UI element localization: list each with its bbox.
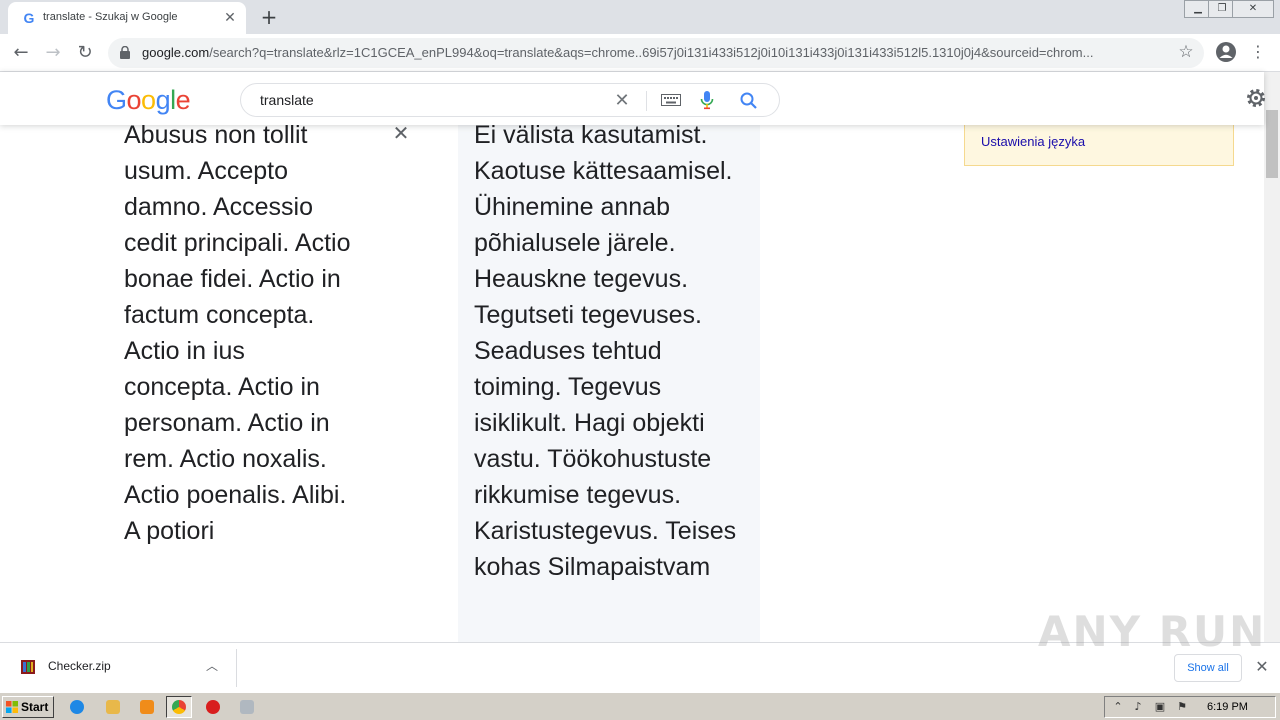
windows-taskbar: Start ⌃ ♪ ▣ ⚑ 6:19 PM (0, 692, 1280, 720)
download-bar: Checker.zip ︿ ANY RUN Show all ✕ (0, 607, 1280, 692)
bookmark-star-icon[interactable]: ☆ (1176, 42, 1196, 62)
close-download-bar-icon[interactable]: ✕ (1252, 657, 1272, 677)
microphone-icon[interactable] (700, 90, 714, 110)
new-tab-button[interactable]: + (258, 6, 280, 28)
internet-explorer-icon[interactable] (64, 696, 90, 718)
profile-avatar-icon[interactable] (1214, 40, 1238, 64)
start-button[interactable]: Start (2, 696, 54, 718)
volume-icon[interactable]: ♪ (1131, 701, 1145, 713)
browser-toolbar: ← → ↻ google.com/search?q=translate&rlz=… (0, 34, 1280, 72)
reload-icon[interactable]: ↻ (72, 40, 98, 66)
opera-icon[interactable] (200, 696, 226, 718)
google-logo-letter: G (106, 85, 127, 115)
chevron-up-icon[interactable]: ︿ (204, 657, 220, 675)
download-file-name[interactable]: Checker.zip (48, 659, 111, 673)
start-label: Start (21, 700, 49, 714)
translate-target-text: Ei välista kasutamist. Kaotuse kättesaam… (474, 121, 737, 581)
window-close-button[interactable]: ✕ (1232, 0, 1274, 18)
url-host: google.com (142, 45, 210, 60)
tab-close-icon[interactable]: ✕ (222, 10, 238, 26)
translate-source-text[interactable]: Abusus non tollit usum. Accepto damno. A… (124, 117, 354, 549)
system-tray: ⌃ ♪ ▣ ⚑ 6:19 PM (1104, 696, 1276, 718)
media-player-icon[interactable] (134, 696, 160, 718)
url-text[interactable]: google.com/search?q=translate&rlz=1C1GCE… (142, 45, 1162, 60)
url-path: /search?q=translate&rlz=1C1GCEA_enPL994&… (209, 45, 1094, 60)
gear-icon[interactable] (1244, 86, 1268, 110)
browser-tab[interactable]: G translate - Szukaj w Google ✕ (8, 2, 246, 34)
back-icon[interactable]: ← (8, 40, 34, 66)
tab-title: translate - Szukaj w Google (43, 11, 178, 23)
google-logo-letter: o (126, 85, 142, 115)
windows-flag-icon (6, 701, 18, 713)
show-all-button[interactable]: Show all (1174, 654, 1242, 682)
action-center-flag-icon[interactable]: ⚑ (1175, 701, 1189, 713)
network-icon[interactable]: ▣ (1153, 701, 1167, 713)
google-logo[interactable]: Google (106, 85, 191, 116)
search-divider (646, 91, 647, 111)
clear-search-icon[interactable]: ✕ (611, 90, 633, 112)
clock[interactable]: 6:19 PM (1207, 701, 1248, 713)
download-divider (236, 649, 237, 687)
address-bar[interactable]: google.com/search?q=translate&rlz=1C1GCE… (108, 38, 1204, 68)
search-input[interactable]: translate (260, 92, 314, 108)
search-box[interactable]: translate ✕ (240, 83, 780, 117)
language-settings-link[interactable]: Ustawienia języka (981, 134, 1085, 149)
app-window-icon[interactable] (234, 696, 260, 718)
google-favicon-icon: G (23, 10, 35, 26)
search-icon[interactable] (739, 91, 759, 111)
clear-source-icon[interactable]: ✕ (390, 122, 412, 144)
anyrun-watermark: ANY RUN (1038, 607, 1267, 656)
tray-expand-icon[interactable]: ⌃ (1111, 701, 1125, 713)
keyboard-icon[interactable] (661, 94, 681, 106)
chrome-menu-icon[interactable]: ⋮ (1250, 40, 1266, 64)
search-results-content: Abusus non tollit usum. Accepto damno. A… (0, 72, 1264, 642)
google-logo-letter: e (175, 85, 191, 115)
file-explorer-icon[interactable] (100, 696, 126, 718)
google-logo-letter: g (155, 85, 171, 115)
chrome-taskbar-icon[interactable] (166, 696, 192, 718)
scrollbar-thumb[interactable] (1266, 110, 1278, 178)
google-search-header: Google translate ✕ (0, 72, 1265, 125)
google-logo-letter: o (141, 85, 156, 115)
page-scrollbar[interactable] (1264, 72, 1280, 642)
lock-icon[interactable] (120, 46, 130, 59)
forward-icon[interactable]: → (40, 40, 66, 66)
tab-strip: G translate - Szukaj w Google ✕ + ▁ ❐ ✕ (0, 0, 1280, 34)
zip-archive-icon (21, 660, 35, 674)
